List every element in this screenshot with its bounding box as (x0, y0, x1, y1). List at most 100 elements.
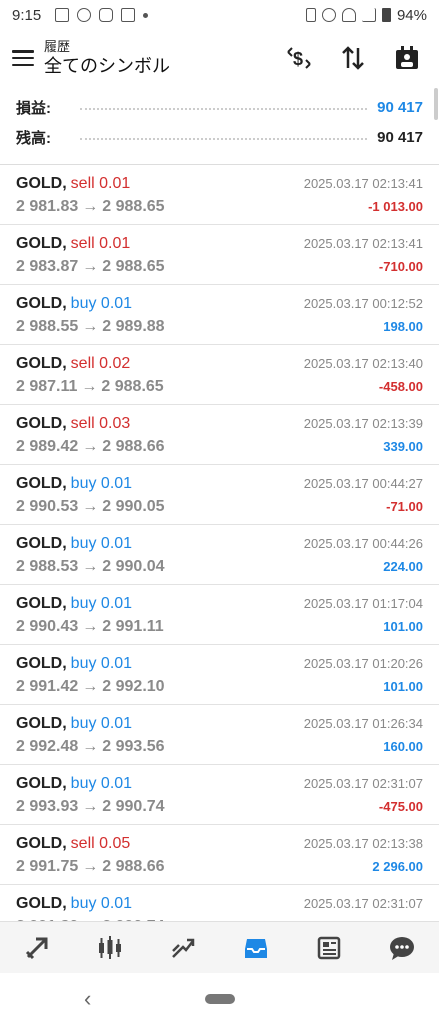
news-icon[interactable] (309, 928, 349, 968)
close-price: 2 989.88 (102, 318, 165, 335)
separator: , (62, 895, 67, 912)
trade-row[interactable]: GOLD, buy 0.01 2025.03.17 00:12:52 2 988.55… (0, 285, 439, 345)
trade-profit: -710.00 (378, 259, 423, 274)
separator: , (62, 715, 67, 732)
trade-side: buy 0.01 (70, 475, 133, 492)
profit-label: 損益: (16, 99, 51, 117)
svg-text:$: $ (293, 49, 303, 69)
trade-side: buy 0.01 (70, 775, 133, 792)
trade-symbol: GOLD (16, 235, 63, 252)
signal-icon (361, 8, 376, 22)
trade-time: 2025.03.17 02:13:39 (303, 416, 423, 431)
trade-profit: 160.00 (383, 739, 423, 754)
deposit-exchange-icon[interactable]: $ (285, 44, 313, 72)
trade-row-bottom: 2 989.42 → 2 988.66 339.00 (16, 438, 423, 456)
trade-row-top: GOLD, sell 0.03 2025.03.17 02:13:39 (16, 415, 423, 433)
trade-icon[interactable] (163, 928, 203, 968)
arrow-right-icon: → (82, 738, 99, 755)
arrow-right-icon: → (82, 258, 99, 275)
trade-row-top: GOLD, sell 0.05 2025.03.17 02:13:38 (16, 835, 423, 853)
trade-row[interactable]: GOLD, sell 0.01 2025.03.17 02:13:41 2 981.8… (0, 165, 439, 225)
open-price: 2 983.87 (16, 258, 79, 275)
trade-row-top: GOLD, sell 0.01 2025.03.17 02:13:41 (16, 235, 423, 253)
trade-symbol: GOLD (16, 715, 63, 732)
trade-symbol: GOLD (16, 595, 63, 612)
trade-row[interactable]: GOLD, sell 0.02 2025.03.17 02:13:40 2 987.1… (0, 345, 439, 405)
open-price: 2 981.83 (16, 198, 79, 215)
trade-row[interactable]: GOLD, buy 0.01 2025.03.17 00:44:27 2 990.53… (0, 465, 439, 525)
trade-profit: 101.00 (383, 679, 423, 694)
trade-row-bottom: 2 993.93 → 2 990.74 -475.00 (16, 798, 423, 816)
close-price: 2 988.65 (102, 258, 165, 275)
trade-side: sell 0.03 (70, 415, 131, 432)
title-group[interactable]: 履歴 全てのシンボル (44, 39, 170, 77)
trade-row[interactable]: GOLD, buy 0.01 2025.03.17 01:26:34 2 992.48… (0, 705, 439, 765)
trade-row[interactable]: GOLD,buy 0.012025.03.17 02:31:072 991.80… (0, 885, 439, 921)
arrow-right-icon: → (82, 198, 99, 215)
toolbar-actions: $ (285, 44, 427, 72)
trade-row-top: GOLD, sell 0.01 2025.03.17 02:13:41 (16, 175, 423, 193)
trade-list[interactable]: GOLD, sell 0.01 2025.03.17 02:13:41 2 981.8… (0, 165, 439, 921)
trade-row[interactable]: GOLD, sell 0.05 2025.03.17 02:13:38 2 991.7… (0, 825, 439, 885)
close-price: 2 990.05 (102, 498, 165, 515)
trade-row-bottom: 2 988.53 → 2 990.04 224.00 (16, 558, 423, 576)
close-price: 2 992.10 (102, 678, 165, 695)
chart-candles-icon[interactable] (90, 928, 130, 968)
dotted-leader (80, 108, 368, 110)
trade-row-bottom: 2 990.53 → 2 990.05 -71.00 (16, 498, 423, 516)
close-price: 2 991.11 (102, 618, 164, 635)
balance-row: 残高: 90 417 (0, 122, 439, 152)
trade-symbol: GOLD (16, 175, 63, 192)
trade-row-top: GOLD, buy 0.01 2025.03.17 02:31:07 (16, 895, 423, 913)
trade-time: 2025.03.17 01:17:04 (303, 596, 423, 611)
trade-profit: 224.00 (383, 559, 423, 574)
menu-icon[interactable] (12, 50, 34, 66)
trade-row[interactable]: GOLD, buy 0.01 2025.03.17 01:20:26 2 991.42… (0, 645, 439, 705)
trade-profit: 339.00 (383, 439, 423, 454)
trade-row[interactable]: GOLD, sell 0.03 2025.03.17 02:13:39 2 989.4… (0, 405, 439, 465)
chat-icon[interactable] (382, 928, 422, 968)
trade-row[interactable]: GOLD, buy 0.01 2025.03.17 00:44:26 2 988.53… (0, 525, 439, 585)
trade-time: 2025.03.17 01:20:26 (303, 656, 423, 671)
open-price: 2 990.53 (16, 498, 79, 515)
symbol-filter: 全てのシンボル (44, 56, 170, 76)
trade-row[interactable]: GOLD, buy 0.01 2025.03.17 02:31:07 2 993.93… (0, 765, 439, 825)
trade-row[interactable]: GOLD, sell 0.01 2025.03.17 02:13:41 2 983.8… (0, 225, 439, 285)
trade-profit: -475.00 (378, 799, 423, 814)
trade-side: buy 0.01 (70, 715, 133, 732)
trade-time: 2025.03.17 02:13:38 (303, 836, 423, 851)
open-price: 2 993.93 (16, 798, 79, 815)
calendar-icon[interactable] (393, 44, 421, 72)
bulb-icon (77, 8, 92, 22)
dotted-leader (80, 138, 368, 140)
arrow-right-icon: → (82, 858, 99, 875)
trade-time: 2025.03.17 00:44:26 (303, 536, 423, 551)
trade-row-top: GOLD, sell 0.02 2025.03.17 02:13:40 (16, 355, 423, 373)
balance-value: 90 417 (377, 128, 423, 146)
trade-symbol: GOLD (16, 535, 63, 552)
trade-symbol: GOLD (16, 355, 63, 372)
battery-icon (381, 8, 391, 22)
trade-row-bottom: 2 992.48 → 2 993.56 160.00 (16, 738, 423, 756)
dnd-icon (321, 8, 336, 22)
vibrate-icon (305, 8, 316, 22)
home-pill[interactable] (204, 993, 235, 1004)
trade-symbol: GOLD (16, 475, 63, 492)
trade-row[interactable]: GOLD, buy 0.01 2025.03.17 01:17:04 2 990.43… (0, 585, 439, 645)
close-price: 2 988.66 (102, 858, 165, 875)
sort-icon[interactable] (339, 44, 367, 72)
battery-percent: 94% (396, 6, 427, 24)
open-price: 2 991.75 (16, 858, 79, 875)
quotes-icon[interactable] (17, 928, 57, 968)
arrow-right-icon: → (81, 378, 98, 395)
separator: , (62, 595, 67, 612)
close-price: 2 990.04 (102, 558, 165, 575)
trade-row-bottom: 2 987.11 → 2 988.65 -458.00 (16, 378, 423, 396)
trade-time: 2025.03.17 02:13:41 (303, 236, 423, 251)
history-inbox-icon[interactable] (236, 928, 276, 968)
balance-label: 残高: (16, 129, 51, 147)
trade-symbol: GOLD (16, 295, 63, 312)
back-icon[interactable]: ‹ (84, 986, 91, 1012)
open-price: 2 992.48 (16, 738, 79, 755)
dot-icon (143, 12, 149, 18)
